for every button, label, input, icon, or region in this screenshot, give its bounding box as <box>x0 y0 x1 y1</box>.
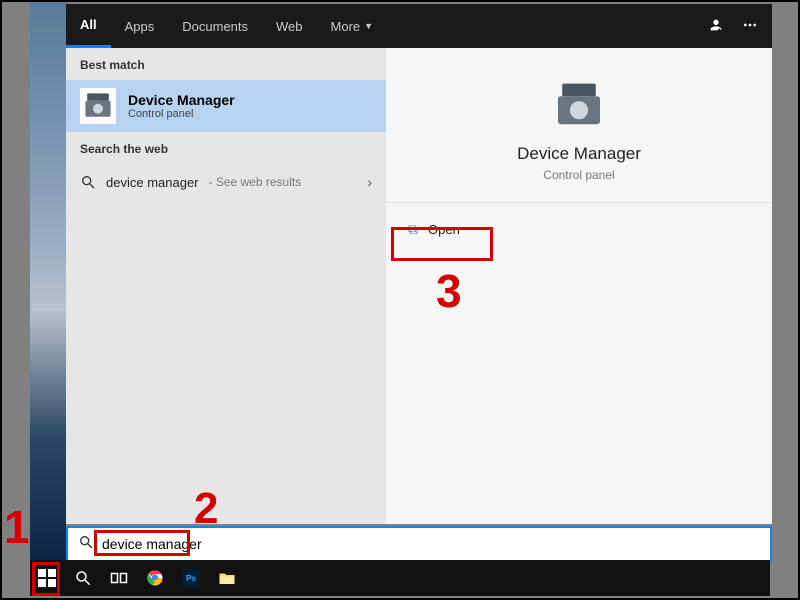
search-box[interactable] <box>66 526 772 562</box>
best-match-title: Device Manager <box>128 92 235 108</box>
web-result-item[interactable]: device manager - See web results › <box>66 164 386 200</box>
web-result-query: device manager <box>106 175 199 190</box>
open-button[interactable]: ⧉ Open <box>402 213 466 246</box>
screenshot-frame: All Apps Documents Web More ▼ Best match <box>0 0 800 600</box>
chevron-right-icon: › <box>367 174 372 190</box>
section-best-match: Best match <box>66 48 386 80</box>
open-icon: ⧉ <box>408 221 418 238</box>
search-tabbar: All Apps Documents Web More ▼ <box>66 4 772 48</box>
preview-title: Device Manager <box>386 144 772 164</box>
preview-subtitle: Control panel <box>386 168 772 182</box>
desktop-wallpaper <box>30 2 66 562</box>
taskbar: Ps <box>30 560 770 596</box>
photoshop-icon[interactable]: Ps <box>180 567 202 589</box>
svg-text:Ps: Ps <box>186 574 197 583</box>
device-manager-icon <box>551 78 607 134</box>
best-match-subtitle: Control panel <box>128 108 235 120</box>
search-input[interactable] <box>102 536 760 552</box>
preview-actions: ⧉ Open <box>386 203 772 256</box>
preview-hero: Device Manager Control panel <box>386 48 772 203</box>
taskbar-search-icon[interactable] <box>72 567 94 589</box>
tab-more[interactable]: More ▼ <box>317 4 388 48</box>
ellipsis-icon[interactable] <box>742 17 758 36</box>
feedback-icon[interactable] <box>708 17 724 36</box>
chevron-down-icon: ▼ <box>364 21 373 31</box>
tab-apps[interactable]: Apps <box>111 4 169 48</box>
tab-more-label: More <box>331 19 361 34</box>
tab-web[interactable]: Web <box>262 4 317 48</box>
search-icon <box>78 534 94 555</box>
web-result-suffix: - See web results <box>209 175 302 189</box>
tab-documents[interactable]: Documents <box>168 4 262 48</box>
annotation-number-1: 1 <box>4 500 30 554</box>
start-button[interactable] <box>36 567 58 589</box>
search-panel: All Apps Documents Web More ▼ Best match <box>66 4 772 524</box>
search-icon <box>80 174 96 190</box>
file-explorer-icon[interactable] <box>216 567 238 589</box>
results-column: Best match Device Manager Control panel … <box>66 48 386 524</box>
chrome-icon[interactable] <box>144 567 166 589</box>
tab-all[interactable]: All <box>66 4 111 48</box>
task-view-icon[interactable] <box>108 567 130 589</box>
open-label: Open <box>428 222 460 237</box>
device-manager-icon <box>80 88 116 124</box>
best-match-item[interactable]: Device Manager Control panel <box>66 80 386 132</box>
preview-pane: Device Manager Control panel ⧉ Open <box>386 48 772 524</box>
section-search-web: Search the web <box>66 132 386 164</box>
